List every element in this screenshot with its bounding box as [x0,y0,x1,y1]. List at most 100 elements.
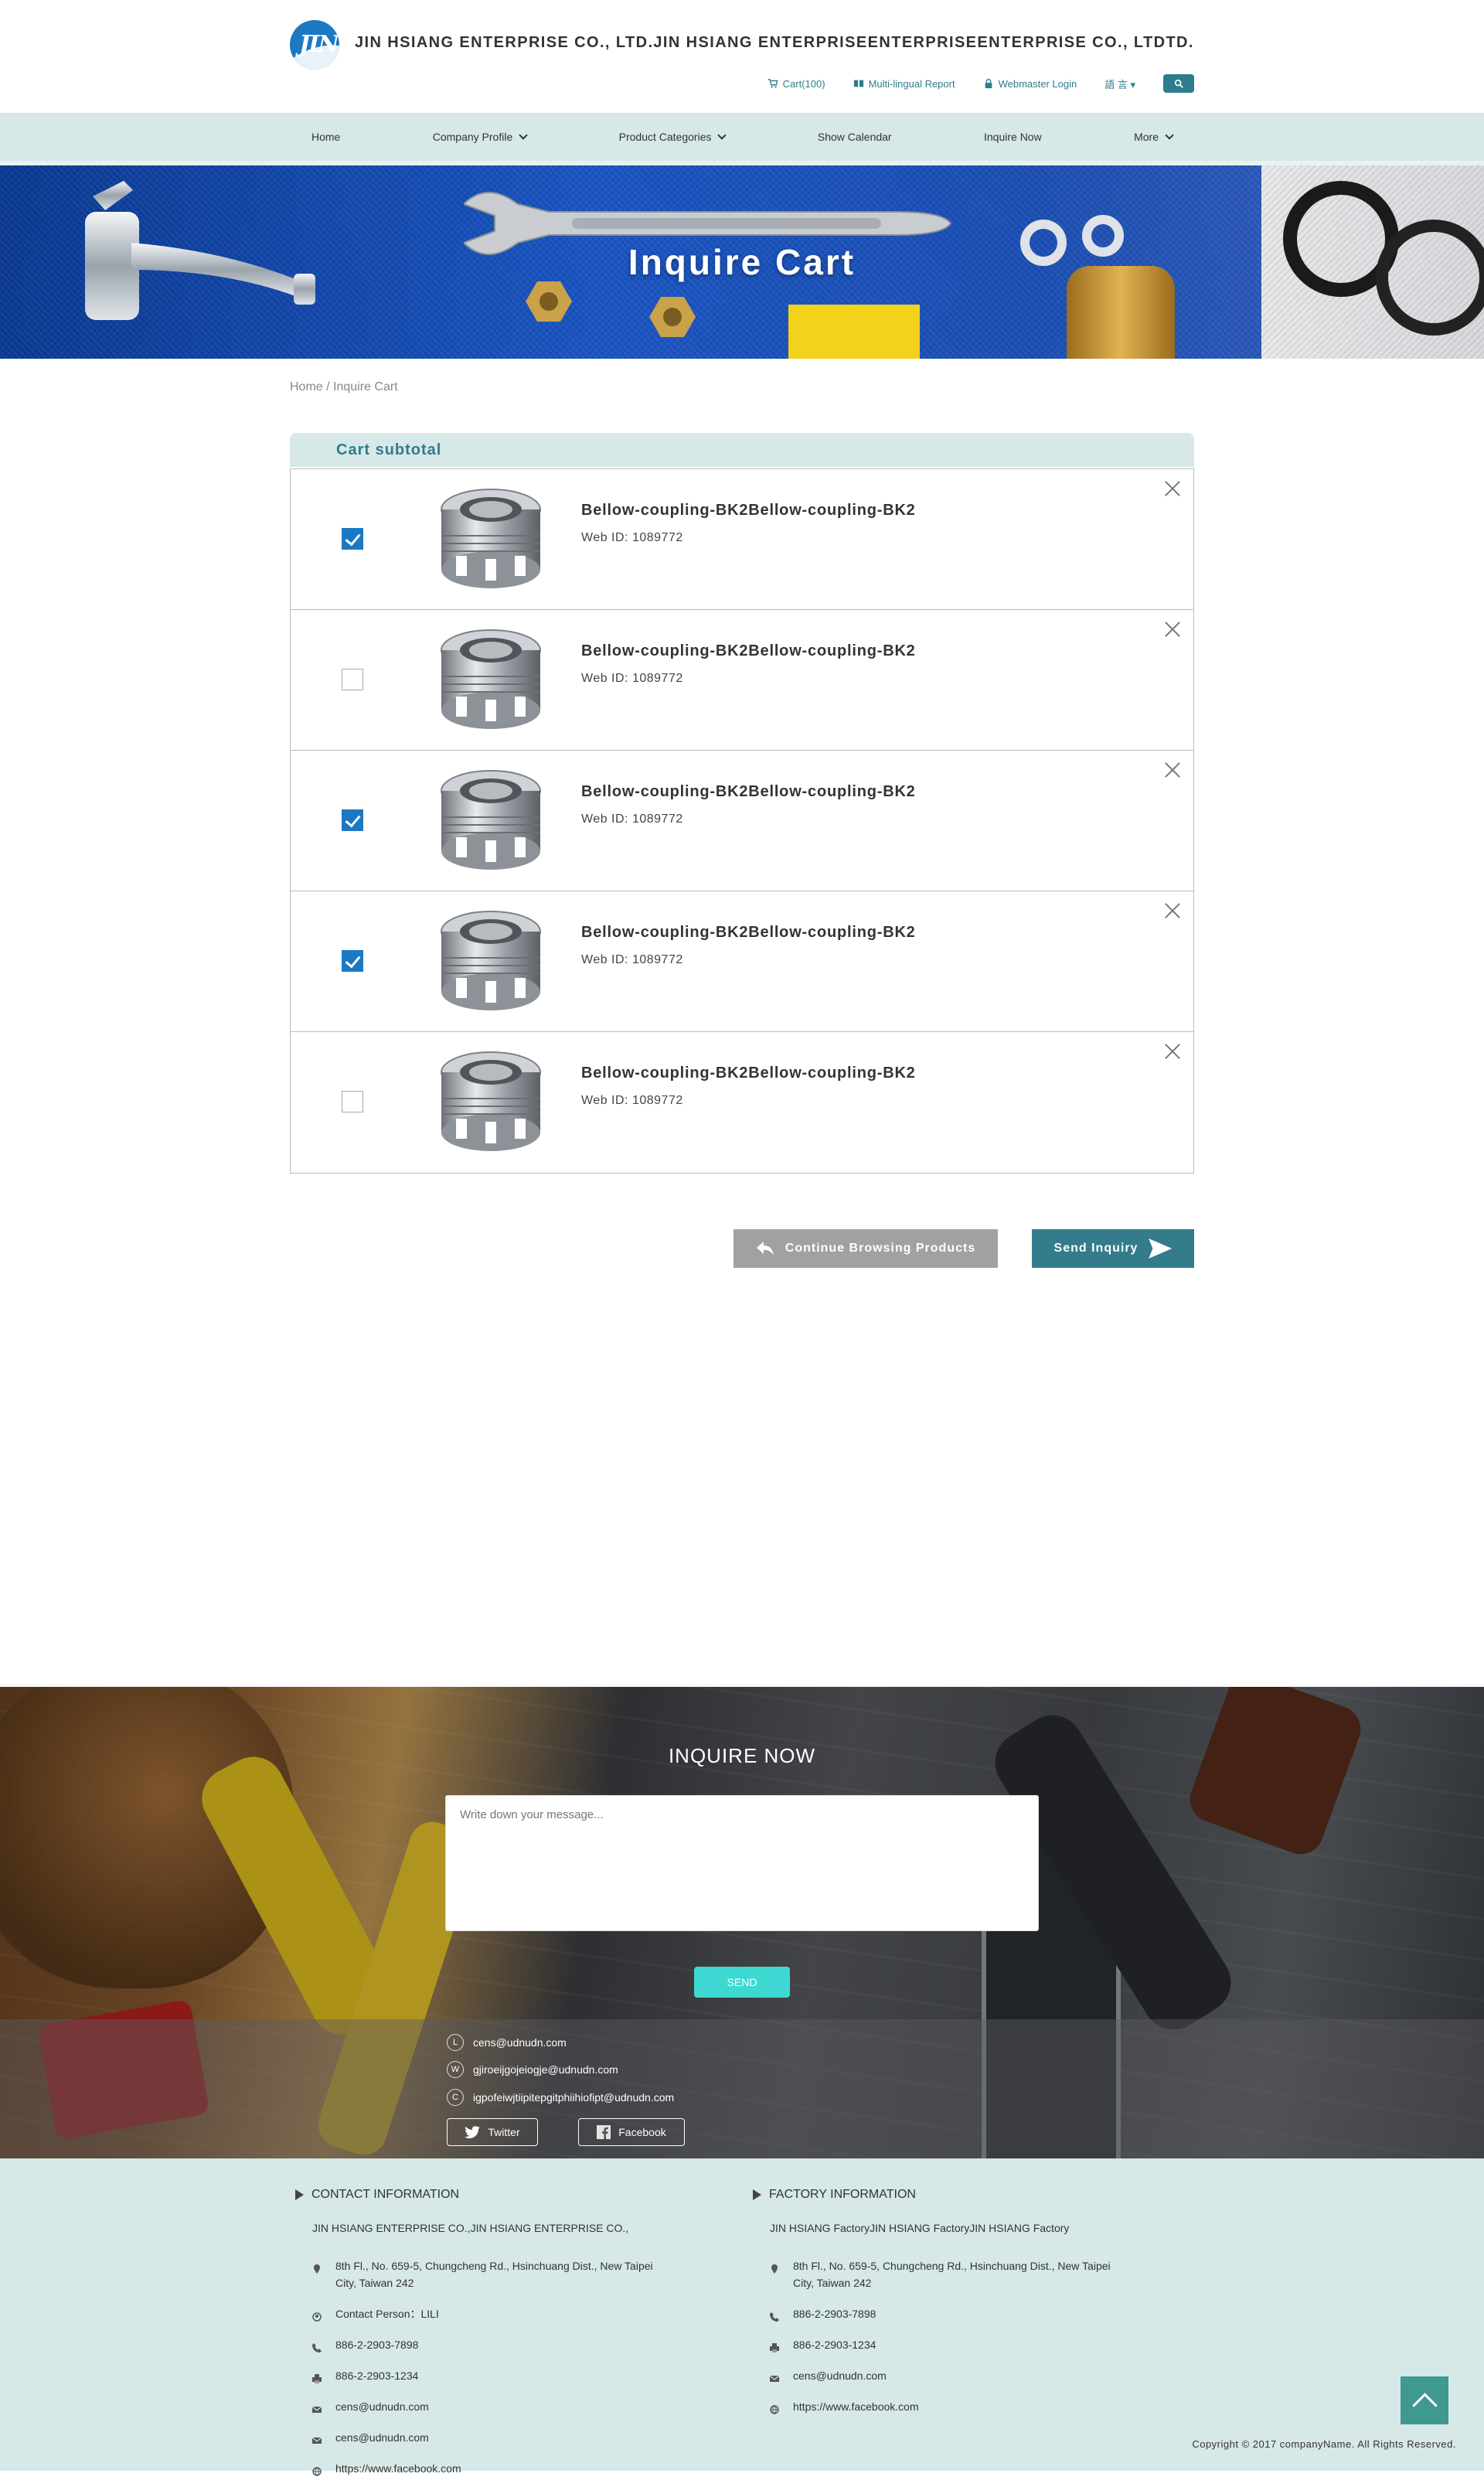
phone-icon [770,2309,779,2322]
send-arrow-icon [1149,1238,1173,1259]
factory-title: FACTORY INFORMATION [753,2188,1124,2202]
item-checkbox[interactable] [342,809,363,831]
whatsapp-icon: W [447,2061,464,2078]
product-name[interactable]: Bellow-coupling-BK2Bellow-coupling-BK2 [581,1065,916,1082]
inquire-now-section: INQUIRE NOW SEND L cens@udnudn.com W gji… [0,1687,1484,2158]
factory-fax: 886-2-2903-1234 [770,2336,1124,2353]
contact-information: CONTACT INFORMATION JIN HSIANG ENTERPRIS… [295,2188,666,2477]
contact-website: https://www.facebook.com [312,2460,666,2477]
product-web-id: Web ID: 1089772 [581,1094,683,1107]
mail-icon [311,2402,322,2413]
product-name[interactable]: Bellow-coupling-BK2Bellow-coupling-BK2 [581,924,916,942]
product-thumbnail[interactable] [433,482,549,598]
product-name[interactable]: Bellow-coupling-BK2Bellow-coupling-BK2 [581,642,916,660]
line-icon: L [447,2034,464,2051]
item-checkbox[interactable] [342,528,363,550]
nav-home[interactable]: Home [311,131,340,143]
message-input[interactable] [445,1795,1039,1931]
facebook-button[interactable]: Facebook [578,2118,685,2146]
fax-icon [312,2371,322,2383]
item-checkbox[interactable] [342,1091,363,1112]
factory-address: 8th Fl., No. 659-5, Chungcheng Rd., Hsin… [770,2257,1124,2291]
footer-info: CONTACT INFORMATION JIN HSIANG ENTERPRIS… [0,2158,1484,2476]
phone-icon [312,2340,322,2352]
product-web-id: Web ID: 1089772 [581,953,683,966]
chevron-down-icon [717,131,727,140]
site-header: JIN JIN HSIANG ENTERPRISE CO., LTD.JIN H… [0,0,1484,113]
report-link[interactable]: Multi-lingual Report [853,78,955,90]
breadcrumb: Home / Inquire Cart [290,380,1194,394]
language-selector[interactable]: 語 言 ▾ [1104,77,1135,91]
facebook-icon [597,2125,611,2139]
nav-inquire-now[interactable]: Inquire Now [984,131,1042,143]
cart-actions: Continue Browsing Products Send Inquiry [290,1229,1194,1268]
cart-link[interactable]: Cart(100) [768,78,825,90]
back-to-top-button[interactable] [1401,2376,1448,2424]
globe-icon [312,2464,322,2476]
remove-item-close-icon[interactable] [1161,758,1184,782]
webmaster-login-link[interactable]: Webmaster Login [983,78,1077,90]
fax-icon [770,2340,779,2352]
item-checkbox[interactable] [342,950,363,972]
contact-fax: 886-2-2903-1234 [312,2367,666,2384]
inquire-title: INQUIRE NOW [668,1744,816,1767]
remove-item-close-icon[interactable] [1161,1040,1184,1063]
contact-phone: 886-2-2903-7898 [312,2336,666,2353]
cart-subtotal-header: Cart subtotal [290,433,1194,467]
contact-person: Contact Person：LILI [312,2305,666,2322]
contact-title: CONTACT INFORMATION [295,2188,666,2202]
product-thumbnail[interactable] [433,1044,549,1160]
cart-item: Bellow-coupling-BK2Bellow-coupling-BK2 We… [291,891,1193,1032]
product-name[interactable]: Bellow-coupling-BK2Bellow-coupling-BK2 [581,502,916,520]
product-thumbnail[interactable] [433,904,549,1020]
contact-email-2: cens@udnudn.com [311,2429,666,2446]
twitter-button[interactable]: Twitter [447,2118,538,2146]
lock-icon [985,79,992,89]
wechat-icon: C [447,2089,464,2106]
cart-item: Bellow-coupling-BK2Bellow-coupling-BK2 We… [291,751,1193,891]
product-web-id: Web ID: 1089772 [581,672,683,685]
main-nav: Home Company Profile Product Categories … [0,113,1484,165]
product-web-id: Web ID: 1089772 [581,813,683,826]
remove-item-close-icon[interactable] [1161,477,1184,500]
send-button[interactable]: SEND [694,1967,790,1998]
continue-browsing-button[interactable]: Continue Browsing Products [733,1229,998,1268]
product-web-id: Web ID: 1089772 [581,531,683,544]
line-contact[interactable]: L cens@udnudn.com [447,2034,567,2051]
product-thumbnail[interactable] [433,622,549,738]
cart-item: Bellow-coupling-BK2Bellow-coupling-BK2 We… [291,469,1193,610]
reply-arrow-icon [756,1242,774,1255]
send-inquiry-button[interactable]: Send Inquiry [1032,1229,1194,1268]
factory-information: FACTORY INFORMATION JIN HSIANG FactoryJI… [753,2188,1124,2415]
contact-company: JIN HSIANG ENTERPRISE CO.,JIN HSIANG ENT… [312,2222,629,2234]
cart-item: Bellow-coupling-BK2Bellow-coupling-BK2 We… [291,610,1193,751]
item-checkbox[interactable] [342,669,363,690]
cart-icon [768,79,778,88]
twitter-icon [465,2126,481,2138]
remove-item-close-icon[interactable] [1161,899,1184,922]
factory-phone: 886-2-2903-7898 [770,2305,1124,2322]
company-name: JIN HSIANG ENTERPRISE CO., LTD.JIN HSIAN… [355,34,1194,51]
product-thumbnail[interactable] [433,763,549,879]
nav-more[interactable]: More [1134,131,1174,143]
whatsapp-contact[interactable]: W gjiroeijgojeiogje@udnudn.com [447,2061,618,2078]
wechat-contact[interactable]: C igpofeiwjtiipitepgitphiihiofipt@udnudn… [447,2089,674,2106]
location-pin-icon [770,2261,779,2274]
globe-icon [770,2402,779,2414]
search-button[interactable] [1163,74,1194,93]
chevron-down-icon [1165,131,1174,140]
banner-title: Inquire Cart [628,242,856,282]
contact-address: 8th Fl., No. 659-5, Chungcheng Rd., Hsin… [312,2257,666,2291]
product-name[interactable]: Bellow-coupling-BK2Bellow-coupling-BK2 [581,783,916,801]
nav-show-calendar[interactable]: Show Calendar [818,131,892,143]
remove-item-close-icon[interactable] [1161,618,1184,641]
mail-icon [769,2371,780,2382]
breadcrumb-text[interactable]: Home / Inquire Cart [290,380,398,393]
nav-product-categories[interactable]: Product Categories [619,131,727,143]
book-icon [853,80,863,87]
factory-name: JIN HSIANG FactoryJIN HSIANG FactoryJIN … [770,2222,1070,2234]
factory-website: https://www.facebook.com [770,2398,1124,2415]
tape-measure-image [788,305,920,359]
company-logo[interactable]: JIN [290,20,339,70]
nav-company-profile[interactable]: Company Profile [433,131,528,143]
